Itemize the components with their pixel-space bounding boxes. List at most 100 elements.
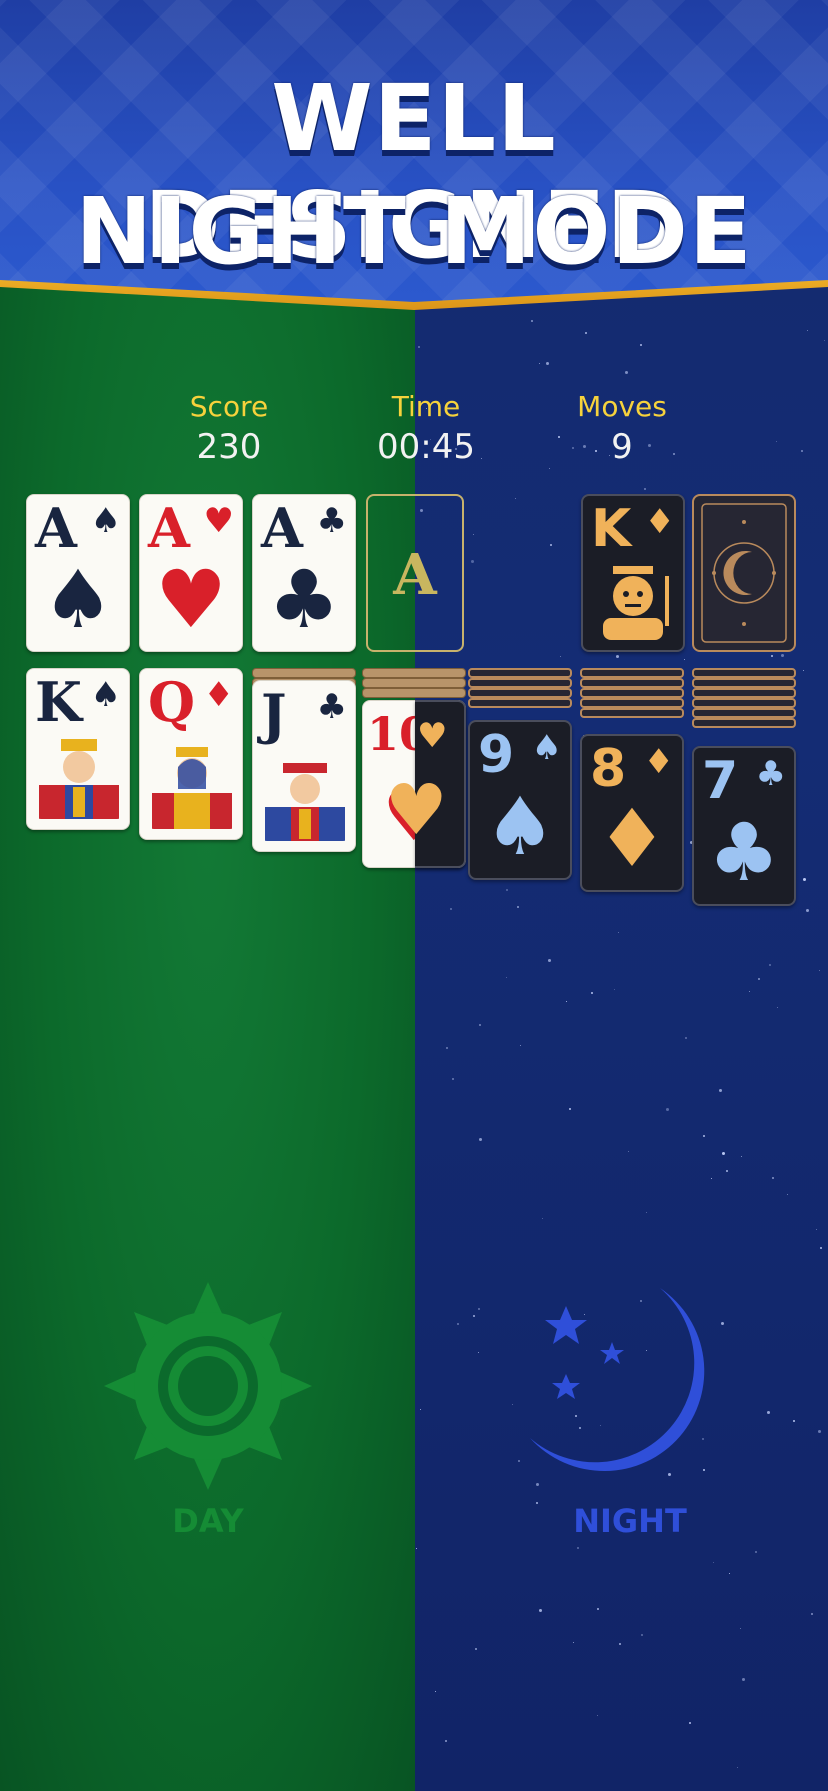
star-dot [818,1430,821,1433]
face-down-card-edge [580,688,684,698]
club-icon: ♣ [316,687,347,727]
face-down-card-edge [692,678,796,688]
star-dot [816,1229,817,1230]
star-dot [452,1078,454,1080]
tableau-card-jack-clubs[interactable]: J ♣ [252,680,356,852]
star-dot [506,977,507,978]
heart-icon: ♥ [203,501,234,541]
star-dot [445,1740,447,1742]
face-down-card-edge [362,678,466,688]
card-rank: Q [148,670,196,734]
star-dot [722,1152,725,1155]
star-dot [418,346,420,348]
banner-title-line-2: NIGHT MODE [75,178,753,285]
star-dot [550,544,552,546]
star-dot [781,654,784,657]
club-icon: ♣ [268,553,340,646]
tableau-card-king-spades[interactable]: K ♠ [26,668,130,830]
diamond-icon: ♦ [644,502,675,542]
star-dot [536,1502,538,1504]
stock-deck[interactable] [692,494,796,652]
star-dot [824,340,825,341]
star-dot [755,1551,757,1553]
star-dot [478,1352,479,1353]
foundation-card-clubs[interactable]: A ♣ ♣ [252,494,356,652]
foundation-card-spades[interactable]: A ♠ ♠ [26,494,130,652]
star-dot [819,970,820,971]
star-dot [475,1648,477,1650]
star-dot [573,1642,574,1643]
star-dot [713,1562,714,1563]
star-dot [737,1767,738,1768]
star-dot [619,1643,621,1645]
star-dot [520,1045,521,1046]
game-screen: WELL DESIGNED NIGHT MODE Score 230 Time … [0,0,828,1791]
star-dot [618,932,619,933]
star-dot [539,1609,542,1612]
star-dot [625,371,628,374]
star-dot [539,363,540,364]
jack-portrait-icon [265,763,345,841]
card-rank: K [35,670,82,734]
moves-value: 9 [611,427,633,467]
star-dot [597,1608,599,1610]
sun-icon[interactable] [100,1278,316,1494]
diamond-icon: ♦ [596,792,668,885]
star-dot [772,1177,774,1179]
star-dot [719,1089,722,1092]
star-dot [666,1108,669,1111]
tableau-card-queen-diamonds[interactable]: Q ♦ [139,668,243,840]
score-display: Score 230 [149,390,309,467]
foundation-empty-slot[interactable]: A [366,494,464,652]
star-dot [628,1151,629,1152]
tableau-card-seven-clubs[interactable]: 7 ♣ ♣ [692,746,796,906]
star-dot [685,1037,687,1039]
star-dot [546,362,549,365]
star-dot [585,332,587,334]
foundation-card-hearts[interactable]: A ♥ ♥ [139,494,243,652]
card-rank: 7 [702,751,739,811]
star-dot [597,1715,598,1716]
star-dot [515,498,516,499]
star-dot [614,989,615,990]
star-dot [771,655,773,657]
star-dot [420,1409,421,1410]
star-dot [473,534,474,535]
card-rank: K [591,499,632,559]
tableau-card-eight-diamonds[interactable]: 8 ♦ ♦ [580,734,684,892]
star-dot [416,1548,417,1549]
star-dot [703,1135,705,1137]
heart-icon: ♥ [155,553,227,646]
star-dot [549,468,550,469]
star-dot [641,1634,643,1636]
tableau-card-nine-spades[interactable]: 9 ♠ ♠ [468,720,572,880]
moon-card-back-icon [701,503,787,643]
spade-icon: ♠ [42,553,114,646]
star-dot [512,1404,513,1405]
star-dot [457,1323,459,1325]
star-dot [640,344,642,346]
waste-card[interactable]: K ♦ [581,494,685,652]
club-icon: ♣ [316,501,347,541]
star-dot [517,906,519,908]
time-label: Time [391,390,461,423]
face-down-card-edge [580,668,684,678]
day-mode-label[interactable]: DAY [120,1502,296,1540]
face-down-card-edge [580,678,684,688]
star-dot [591,992,593,994]
king-portrait-icon [39,739,119,819]
score-label: Score [189,390,269,423]
star-dot [777,1007,778,1008]
face-down-card-edge [692,708,796,718]
moves-label: Moves [577,390,667,423]
star-dot [577,1547,579,1549]
star-dot [479,1024,481,1026]
star-dot [548,959,551,962]
spade-icon: ♠ [90,501,121,541]
face-down-card-edge [468,688,572,698]
moon-icon[interactable] [530,1288,730,1488]
star-dot [473,1315,475,1317]
night-mode-label[interactable]: NIGHT [540,1502,720,1540]
face-down-card-edge [252,668,356,678]
star-dot [646,1212,647,1213]
